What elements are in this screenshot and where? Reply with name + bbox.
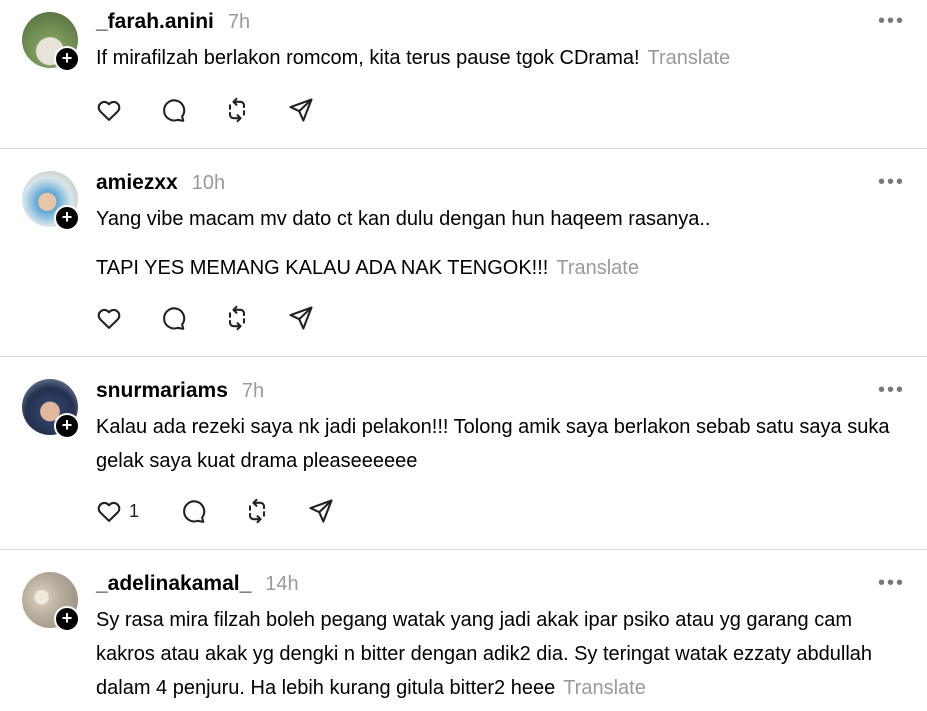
follow-plus-icon[interactable]: + [54, 205, 80, 231]
like-count: 1 [129, 500, 140, 521]
heart-icon [97, 308, 121, 329]
translate-link[interactable]: Translate [563, 677, 646, 699]
timestamp: 7h [241, 380, 265, 402]
send-icon [309, 499, 333, 523]
repost-button[interactable] [223, 96, 251, 124]
heart-icon [97, 100, 121, 121]
repost-icon [248, 498, 266, 524]
send-icon [289, 98, 313, 122]
like-button[interactable] [95, 304, 123, 332]
more-icon[interactable]: ••• [878, 379, 905, 402]
post: + snurmariams 7h ••• Kalau ada rezeki sa… [0, 357, 927, 549]
username[interactable]: _farah.anini [96, 10, 214, 34]
avatar[interactable]: + [22, 379, 80, 439]
more-icon[interactable]: ••• [878, 572, 905, 595]
post: + _adelinakamal_ 14h ••• Sy rasa mira fi… [0, 550, 927, 711]
translate-link[interactable]: Translate [556, 257, 639, 279]
action-bar [95, 304, 351, 332]
avatar[interactable]: + [22, 171, 80, 231]
comment-icon [163, 307, 186, 330]
action-bar: 1 [95, 497, 371, 525]
heart-icon [97, 501, 121, 522]
follow-plus-icon[interactable]: + [54, 46, 80, 72]
avatar[interactable]: + [22, 12, 80, 72]
share-button[interactable] [307, 497, 335, 525]
repost-icon [228, 305, 246, 331]
post-text: Sy rasa mira filzah boleh pegang watak y… [96, 609, 873, 699]
username[interactable]: _adelinakamal_ [96, 572, 251, 596]
reply-button[interactable] [159, 304, 187, 332]
like-button[interactable] [95, 96, 123, 124]
comment-icon [163, 99, 186, 122]
reply-button[interactable] [159, 96, 187, 124]
post-text: Yang vibe macam mv dato ct kan dulu deng… [96, 208, 711, 279]
username[interactable]: snurmariams [96, 379, 228, 403]
post-text: Kalau ada rezeki saya nk jadi pelakon!!!… [96, 416, 890, 472]
post-text: If mirafilzah berlakon romcom, kita teru… [96, 47, 731, 69]
more-icon[interactable]: ••• [878, 10, 905, 33]
repost-icon [228, 97, 246, 123]
share-button[interactable] [287, 96, 315, 124]
like-button[interactable]: 1 [95, 497, 143, 525]
comment-icon [183, 500, 206, 523]
timestamp: 10h [191, 172, 226, 194]
username[interactable]: amiezxx [96, 171, 178, 195]
post: + _farah.anini 7h ••• If mirafilzah berl… [0, 0, 927, 148]
follow-plus-icon[interactable]: + [54, 606, 80, 632]
follow-plus-icon[interactable]: + [54, 413, 80, 439]
translate-link[interactable]: Translate [648, 47, 731, 69]
action-bar [95, 96, 351, 124]
repost-button[interactable] [223, 304, 251, 332]
send-icon [289, 306, 313, 330]
more-icon[interactable]: ••• [878, 171, 905, 194]
timestamp: 7h [227, 11, 251, 33]
timestamp: 14h [265, 573, 299, 595]
reply-button[interactable] [179, 497, 207, 525]
share-button[interactable] [287, 304, 315, 332]
repost-button[interactable] [243, 497, 271, 525]
post: + amiezxx 10h ••• Yang vibe macam mv dat… [0, 149, 927, 356]
avatar[interactable]: + [22, 572, 80, 632]
